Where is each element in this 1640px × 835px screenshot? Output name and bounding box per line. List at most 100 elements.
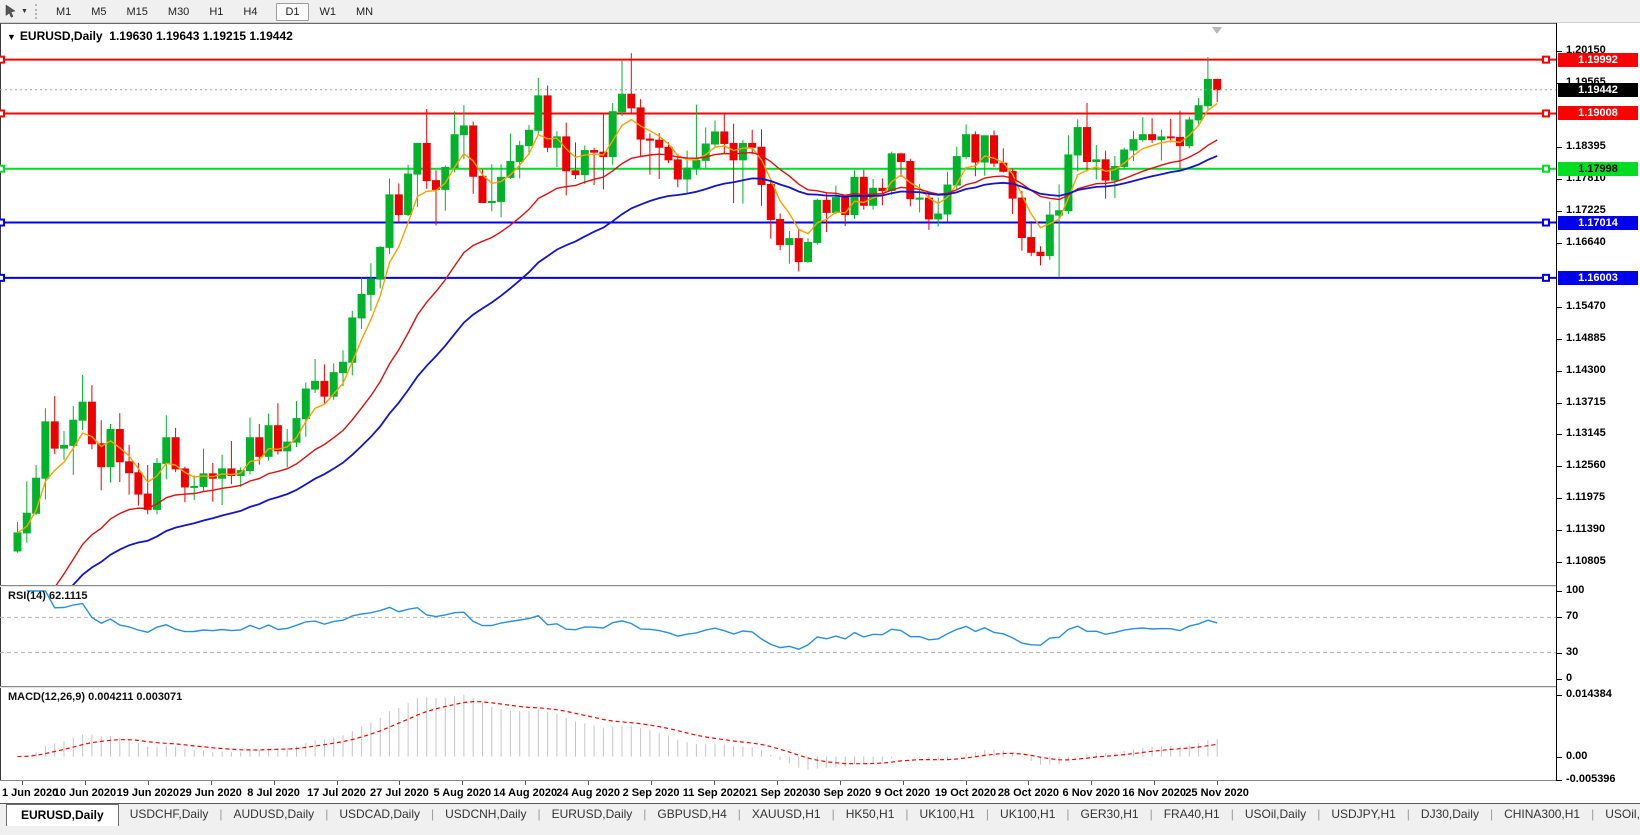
- symbol-title: EURUSD,Daily: [20, 29, 103, 43]
- candle: [712, 132, 719, 144]
- level-marker-left[interactable]: [0, 110, 4, 116]
- candle: [544, 96, 551, 147]
- level-marker-left[interactable]: [0, 275, 4, 281]
- tab-xauusd-h1-7[interactable]: XAUUSD,H1: [741, 804, 832, 826]
- level-marker-right[interactable]: [1543, 220, 1549, 226]
- price-tick-1.14300: 1.14300: [1566, 364, 1606, 376]
- tab-usoil-h1-17[interactable]: USOil,H1: [1594, 804, 1640, 826]
- main-price-chart[interactable]: [0, 23, 1556, 585]
- tab-dj30-daily-15[interactable]: DJ30,Daily: [1410, 804, 1490, 826]
- date-label-29-jun-2020: 29 Jun 2020: [180, 787, 242, 799]
- timeframe-button-m15[interactable]: M15: [118, 3, 157, 21]
- candle: [1214, 79, 1221, 89]
- candle: [367, 279, 374, 294]
- level-badge-1.16003[interactable]: 1.16003: [1558, 271, 1638, 285]
- candle: [925, 198, 932, 219]
- candle: [684, 168, 691, 179]
- price-axis[interactable]: 1.201501.195651.183951.178101.172251.166…: [1556, 23, 1640, 781]
- date-tick: [777, 781, 778, 785]
- date-tick: [85, 781, 86, 785]
- candle: [1000, 163, 1007, 171]
- price-tick-1.11975-tick: [1557, 498, 1562, 499]
- candle: [1037, 252, 1044, 255]
- macd-label: MACD(12,26,9) 0.004211 0.003071: [8, 691, 182, 703]
- candle: [656, 140, 663, 147]
- level-marker-right[interactable]: [1543, 57, 1549, 63]
- candle: [488, 201, 495, 202]
- tab-usdcnh-daily-4[interactable]: USDCNH,Daily: [434, 804, 537, 826]
- tab-fra40-h1-12[interactable]: FRA40,H1: [1153, 804, 1231, 826]
- candle: [516, 146, 523, 162]
- timeframe-button-m1[interactable]: M1: [47, 3, 80, 21]
- price-tick-1.18395-tick: [1557, 147, 1562, 148]
- tab-usdcad-daily-3[interactable]: USDCAD,Daily: [328, 804, 431, 826]
- candle: [1046, 215, 1053, 255]
- level-marker-right[interactable]: [1543, 166, 1549, 172]
- candle: [14, 533, 21, 551]
- tab-audusd-daily-2[interactable]: AUDUSD,Daily: [223, 804, 326, 826]
- tab-eurusd-daily-0[interactable]: EURUSD,Daily: [6, 804, 119, 826]
- date-label-1-jun-2020: 1 Jun 2020: [2, 787, 58, 799]
- chart-shift-marker-icon[interactable]: [1212, 27, 1222, 34]
- candle: [414, 143, 421, 174]
- level-marker-left[interactable]: [0, 57, 4, 63]
- level-marker-right[interactable]: [1543, 110, 1549, 116]
- rsi-indicator-chart[interactable]: [0, 587, 1556, 686]
- tab-china300-h1-16[interactable]: CHINA300,H1: [1493, 804, 1591, 826]
- date-tick: [462, 781, 463, 785]
- candle: [191, 486, 198, 487]
- price-tick-1.14885-tick: [1557, 339, 1562, 340]
- candle: [163, 438, 170, 464]
- timeframe-button-h4[interactable]: H4: [234, 3, 266, 21]
- date-label-25-nov-2020: 25 Nov 2020: [1185, 787, 1249, 799]
- collapse-triangle-icon[interactable]: ▼: [7, 32, 16, 42]
- timeframe-button-m30[interactable]: M30: [159, 3, 198, 21]
- date-label-30-sep-2020: 30 Sep 2020: [808, 787, 871, 799]
- tab-eurusd-daily-5[interactable]: EURUSD,Daily: [541, 804, 644, 826]
- toolbar-grip-handle[interactable]: [35, 4, 40, 19]
- tab-ger30-h1-11[interactable]: GER30,H1: [1070, 804, 1150, 826]
- candle: [609, 112, 616, 157]
- date-label-17-jul-2020: 17 Jul 2020: [307, 787, 366, 799]
- date-tick: [840, 781, 841, 785]
- chart-tab-bar: EURUSD,DailyUSDCHF,Daily|AUDUSD,Daily|US…: [0, 803, 1640, 835]
- level-badge-1.17014[interactable]: 1.17014: [1558, 216, 1638, 230]
- level-marker-left[interactable]: [0, 166, 4, 172]
- level-badge-1.19008[interactable]: 1.19008: [1558, 106, 1638, 120]
- candle: [340, 362, 347, 372]
- tab-gbpusd-h4-6[interactable]: GBPUSD,H4: [646, 804, 737, 826]
- price-tick-1.16640: 1.16640: [1566, 236, 1606, 248]
- timeframe-button-w1[interactable]: W1: [311, 3, 346, 21]
- level-badge-1.17998[interactable]: 1.17998: [1558, 162, 1638, 176]
- candle: [535, 96, 542, 130]
- tab-uk100-h1-10[interactable]: UK100,H1: [989, 804, 1066, 826]
- rsi-label: RSI(14) 62.1115: [8, 590, 88, 602]
- timeframe-button-d1[interactable]: D1: [276, 3, 308, 21]
- timeframe-button-mn[interactable]: MN: [347, 3, 382, 21]
- date-tick: [966, 781, 967, 785]
- tab-usdchf-daily-1[interactable]: USDCHF,Daily: [119, 804, 220, 826]
- price-tick-1.10805: 1.10805: [1566, 555, 1606, 567]
- tab-hk50-h1-8[interactable]: HK50,H1: [835, 804, 906, 826]
- candle: [470, 126, 477, 176]
- level-marker-right[interactable]: [1543, 275, 1549, 281]
- candle: [321, 381, 328, 396]
- candle: [330, 373, 337, 397]
- chevron-down-icon[interactable]: ▼: [21, 8, 28, 15]
- macd-indicator-chart[interactable]: [0, 688, 1556, 780]
- tab-usdjpy-h1-14[interactable]: USDJPY,H1: [1320, 804, 1406, 826]
- price-tick-1.12560-tick: [1557, 466, 1562, 467]
- level-badge-1.19992[interactable]: 1.19992: [1558, 53, 1638, 67]
- candle: [70, 420, 77, 445]
- timeframe-button-m5[interactable]: M5: [82, 3, 115, 21]
- rsi-tick-70: 70: [1566, 610, 1578, 622]
- price-tick-1.13145-tick: [1557, 434, 1562, 435]
- tab-uk100-h1-9[interactable]: UK100,H1: [909, 804, 986, 826]
- candle: [693, 160, 700, 168]
- candle: [1028, 238, 1035, 253]
- level-marker-left[interactable]: [0, 220, 4, 226]
- cursor-tool-icon[interactable]: [2, 2, 20, 20]
- timeframe-button-h1[interactable]: H1: [200, 3, 232, 21]
- date-axis[interactable]: 1 Jun 202010 Jun 202019 Jun 202029 Jun 2…: [0, 781, 1556, 803]
- tab-usoil-daily-13[interactable]: USOil,Daily: [1234, 804, 1317, 826]
